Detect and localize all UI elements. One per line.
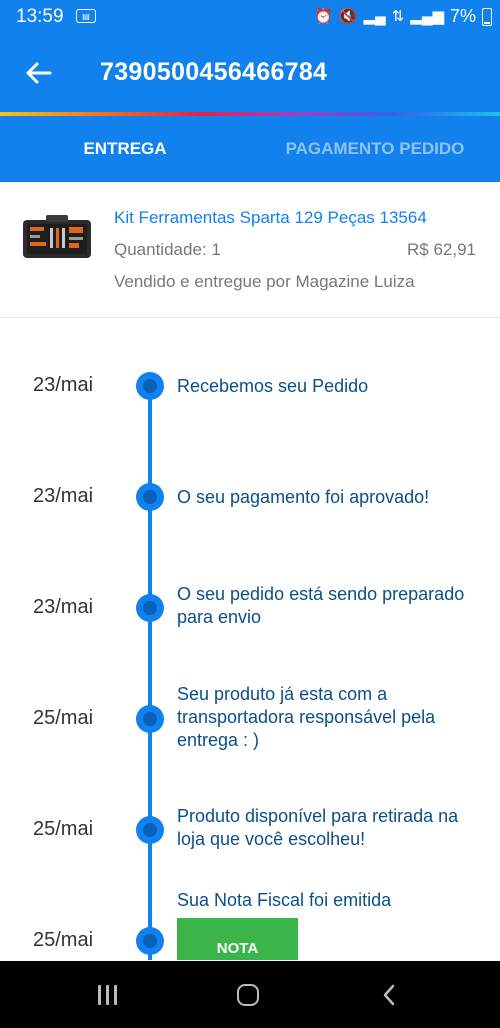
- product-seller: Vendido e entregue por Magazine Luiza: [114, 272, 415, 291]
- order-timeline[interactable]: 23/mai Recebemos seu Pedido 23/mai O seu…: [0, 318, 500, 960]
- event-date: 23/mai: [33, 374, 94, 396]
- timeline-dot-icon: [136, 483, 164, 511]
- notification-app-icon: ▤: [76, 9, 96, 23]
- event-date: 25/mai: [33, 818, 94, 840]
- battery-icon: [482, 7, 492, 26]
- event-date: 23/mai: [33, 485, 94, 507]
- product-name[interactable]: Kit Ferramentas Sparta 129 Peças 13564: [114, 208, 427, 228]
- timeline-dot-icon: [136, 705, 164, 733]
- mute-icon: 🔇: [338, 7, 358, 25]
- product-image: [23, 215, 91, 258]
- tab-entrega[interactable]: ENTREGA: [0, 116, 250, 182]
- tab-pagamento-pedido[interactable]: PAGAMENTO PEDIDO: [250, 116, 500, 182]
- arrow-left-icon: [26, 62, 52, 84]
- timeline-dot-icon: [136, 816, 164, 844]
- status-icons: ⏰ 🔇 ▂▄ ⇅ ▂▄▆ 7%: [314, 6, 492, 27]
- alarm-icon: ⏰: [314, 7, 333, 25]
- recents-icon[interactable]: [98, 985, 120, 1005]
- event-text: Seu produto já esta com a transportadora…: [177, 684, 436, 750]
- product-price: R$ 62,91: [407, 240, 476, 259]
- event-text: O seu pagamento foi aprovado!: [177, 487, 430, 507]
- event-text: Recebemos seu Pedido: [177, 376, 369, 396]
- event-text: Produto disponível para retirada na loja…: [177, 806, 459, 849]
- nota-fiscal-button[interactable]: NOTA: [177, 918, 298, 960]
- event-date: 23/mai: [33, 596, 94, 618]
- product-card[interactable]: Kit Ferramentas Sparta 129 Peças 13564 Q…: [0, 182, 500, 318]
- home-icon[interactable]: [237, 984, 259, 1006]
- navigation-bar: [0, 961, 500, 1028]
- app-bar: 7390500456466784: [0, 34, 500, 112]
- order-number: 7390500456466784: [100, 58, 328, 86]
- product-quantity: Quantidade: 1: [114, 240, 221, 259]
- event-text: O seu pedido está sendo preparado para e…: [177, 584, 465, 627]
- timeline-dot-icon: [136, 372, 164, 400]
- event-date: 25/mai: [33, 929, 94, 951]
- timeline-line: [148, 384, 152, 960]
- event-date: 25/mai: [33, 707, 94, 729]
- battery-percent: 7%: [449, 6, 476, 26]
- status-time: 13:59: [16, 6, 64, 27]
- status-bar: 13:59 ▤ ⏰ 🔇 ▂▄ ⇅ ▂▄▆ 7%: [0, 0, 500, 34]
- timeline-dot-icon: [136, 927, 164, 955]
- tab-bar: ENTREGA PAGAMENTO PEDIDO: [0, 116, 500, 182]
- timeline-dot-icon: [136, 594, 164, 622]
- data-icon: ⇅: [391, 7, 405, 25]
- back-nav-icon[interactable]: [378, 983, 402, 1007]
- signal-icon: ▂▄▆: [410, 7, 444, 25]
- signal-icon: ▂▄: [363, 7, 386, 25]
- event-text: Sua Nota Fiscal foi emitida: [177, 890, 392, 910]
- back-button[interactable]: [22, 56, 56, 90]
